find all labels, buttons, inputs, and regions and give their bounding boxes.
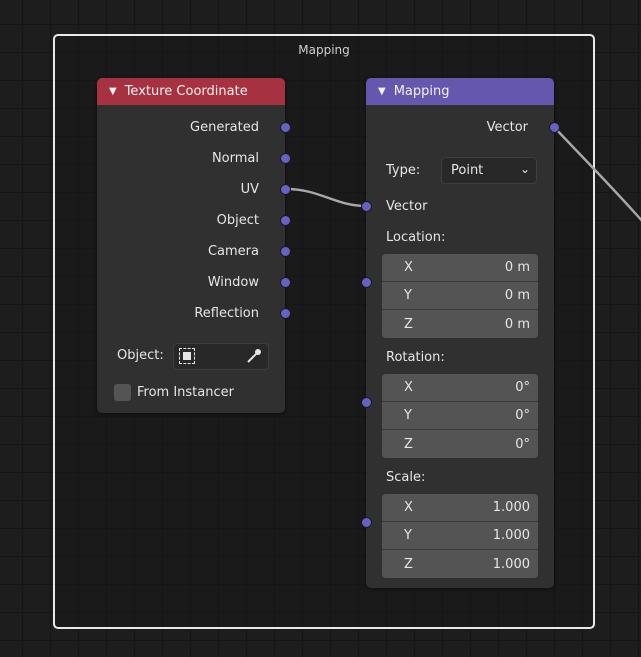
axis-label: Z (404, 316, 413, 332)
object-field[interactable] (173, 343, 269, 370)
from-instancer-checkbox[interactable] (114, 384, 131, 401)
rotation-z-field[interactable]: Z 0° (382, 430, 538, 458)
scale-x-value: 1.000 (492, 500, 530, 515)
axis-label: X (404, 260, 413, 275)
from-instancer-label: From Instancer (137, 385, 234, 400)
scale-z-value: 1.000 (492, 556, 530, 572)
socket-reflection[interactable] (280, 308, 291, 319)
socket-normal[interactable] (280, 153, 291, 164)
socket-location[interactable] (361, 277, 372, 288)
object-icon (179, 348, 195, 364)
location-z-value: 0 m (504, 316, 530, 332)
scale-x-field[interactable]: X 1.000 (382, 494, 538, 522)
socket-rotation[interactable] (361, 397, 372, 408)
texture-coordinate-title: Texture Coordinate (124, 84, 248, 99)
type-value: Point (451, 163, 484, 178)
output-generated-label: Generated (190, 120, 259, 135)
rotation-label: Rotation: (386, 350, 445, 365)
output-normal-label: Normal (211, 151, 259, 166)
mapping-header[interactable]: ▼ Mapping (366, 78, 554, 105)
socket-vector-output[interactable] (549, 122, 560, 133)
input-vector-label: Vector (386, 199, 428, 214)
output-vector-label: Vector (486, 120, 528, 135)
output-reflection-label: Reflection (194, 306, 259, 321)
rotation-y-field[interactable]: Y 0° (382, 402, 538, 430)
triangle-down-icon[interactable]: ▼ (109, 86, 117, 97)
output-window-label: Window (207, 275, 259, 290)
scale-y-field[interactable]: Y 1.000 (382, 522, 538, 550)
location-fields: X 0 m Y 0 m Z 0 m (382, 254, 538, 338)
location-z-field[interactable]: Z 0 m (382, 310, 538, 338)
socket-window[interactable] (280, 277, 291, 288)
axis-label: Y (404, 288, 412, 303)
texture-coordinate-node[interactable]: ▼ Texture Coordinate Generated Normal UV… (97, 78, 291, 413)
chevron-down-icon: ⌄ (519, 162, 530, 176)
eyedropper-icon[interactable] (244, 346, 264, 370)
rotation-x-field[interactable]: X 0° (382, 374, 538, 402)
output-camera-label: Camera (207, 244, 259, 259)
triangle-down-icon[interactable]: ▼ (378, 86, 386, 97)
object-field-label: Object: (117, 348, 164, 363)
scale-label: Scale: (386, 470, 426, 485)
rotation-fields: X 0° Y 0° Z 0° (382, 374, 538, 458)
axis-label: Z (404, 436, 413, 452)
socket-vector-input[interactable] (361, 201, 372, 212)
mapping-node[interactable]: ▼ Mapping Vector Type: Point ⌄ Vector Lo… (361, 78, 560, 588)
socket-object[interactable] (280, 215, 291, 226)
socket-scale[interactable] (361, 517, 372, 528)
axis-label: Y (404, 408, 412, 423)
mapping-title: Mapping (393, 84, 450, 99)
scale-fields: X 1.000 Y 1.000 Z 1.000 (382, 494, 538, 578)
axis-label: Z (404, 556, 413, 572)
axis-label: Y (404, 528, 412, 543)
location-label: Location: (386, 230, 446, 245)
axis-label: X (404, 380, 413, 395)
socket-generated[interactable] (280, 122, 291, 133)
socket-camera[interactable] (280, 246, 291, 257)
rotation-z-value: 0° (515, 436, 530, 452)
output-object-label: Object (216, 213, 259, 228)
type-label: Type: (386, 163, 421, 178)
type-dropdown[interactable]: Point ⌄ (441, 157, 537, 184)
scale-z-field[interactable]: Z 1.000 (382, 550, 538, 578)
location-x-field[interactable]: X 0 m (382, 254, 538, 282)
rotation-x-value: 0° (515, 380, 530, 395)
socket-uv[interactable] (280, 184, 291, 195)
frame-label: Mapping (298, 43, 350, 57)
location-y-field[interactable]: Y 0 m (382, 282, 538, 310)
texture-coordinate-header[interactable]: ▼ Texture Coordinate (97, 78, 285, 105)
location-x-value: 0 m (504, 260, 530, 275)
rotation-y-value: 0° (515, 408, 530, 423)
output-uv-label: UV (240, 182, 259, 197)
scale-y-value: 1.000 (492, 528, 530, 543)
axis-label: X (404, 500, 413, 515)
location-y-value: 0 m (504, 288, 530, 303)
